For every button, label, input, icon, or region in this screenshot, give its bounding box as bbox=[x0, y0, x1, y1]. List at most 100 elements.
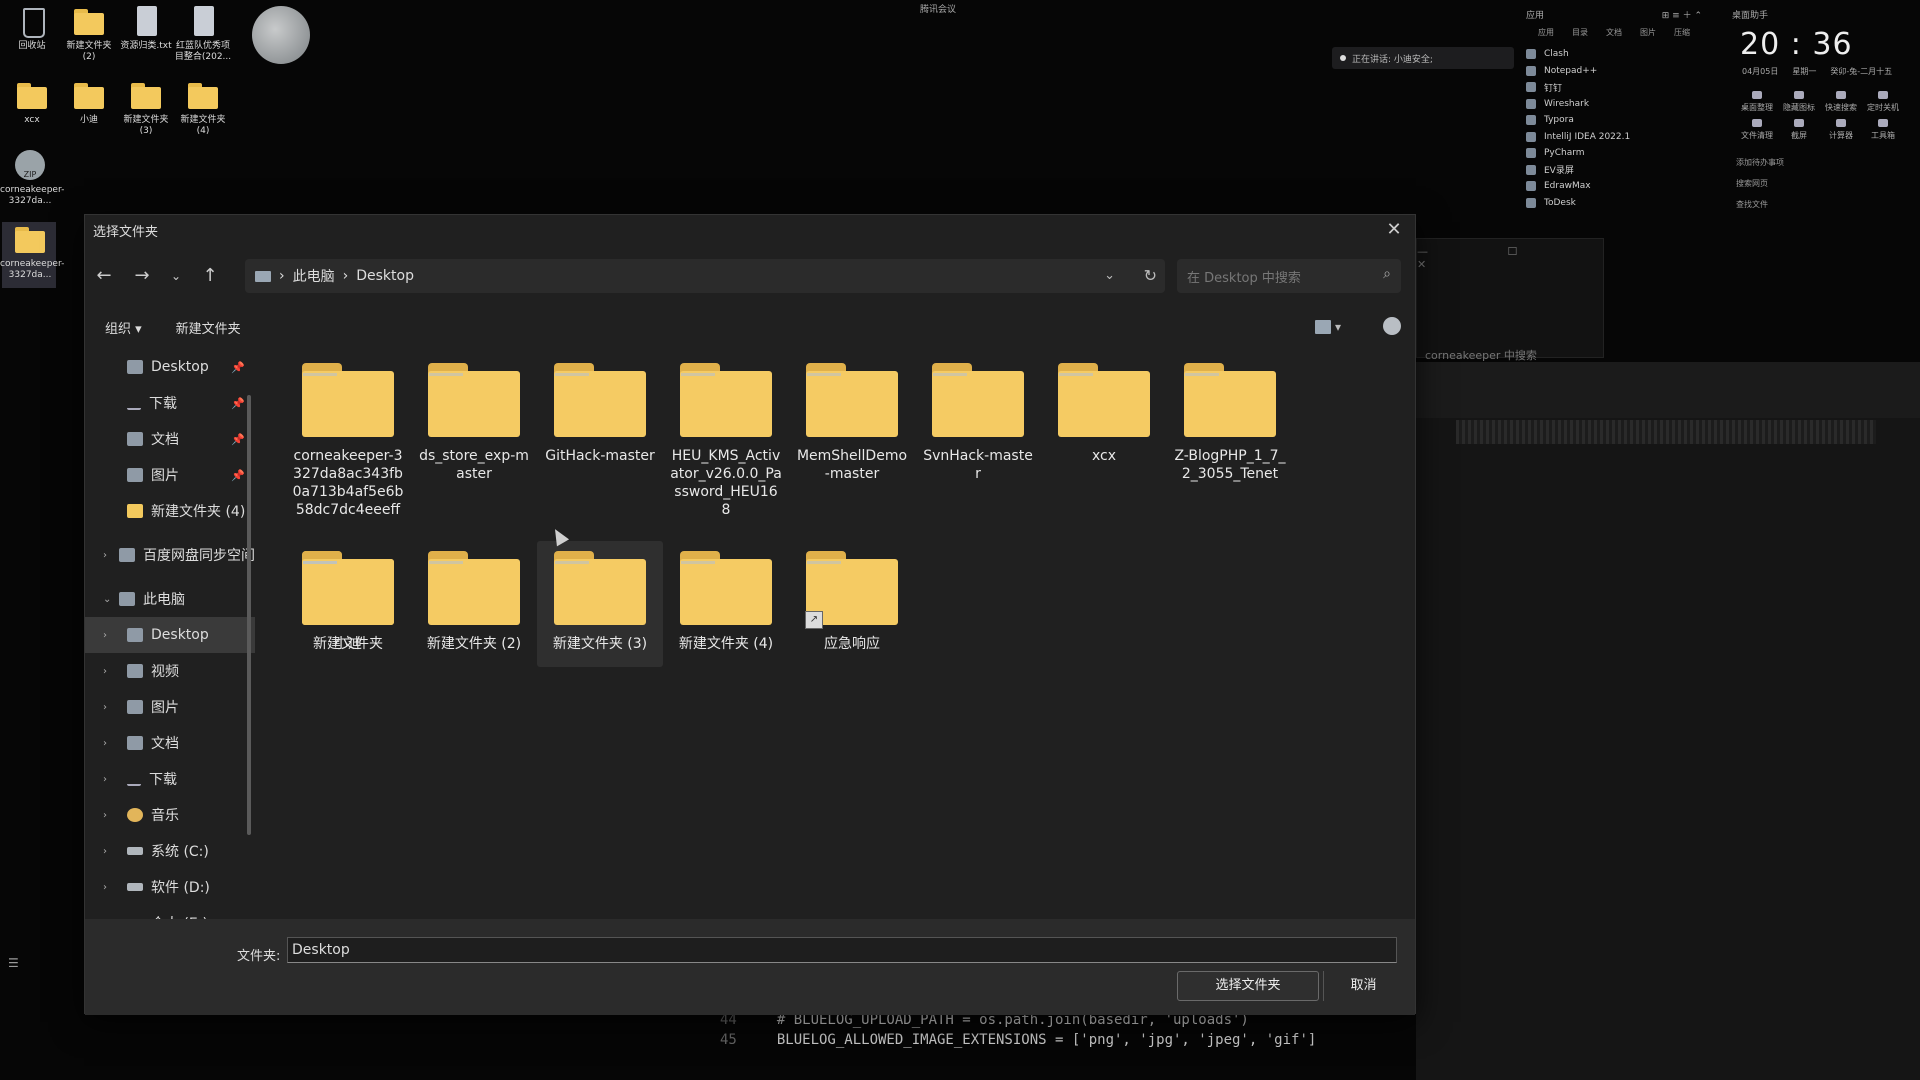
chevron-right-icon[interactable]: › bbox=[103, 550, 107, 561]
launcher-item[interactable]: Typora bbox=[1526, 112, 1702, 129]
launcher-tab[interactable]: 目录 bbox=[1572, 27, 1588, 38]
nav-item-documents[interactable]: › 文档 bbox=[85, 725, 255, 761]
launcher-item[interactable]: PyCharm bbox=[1526, 145, 1702, 162]
launcher-item[interactable]: EdrawMax bbox=[1526, 178, 1702, 195]
folder-name-input[interactable] bbox=[287, 937, 1397, 963]
address-bar[interactable]: › 此电脑 › Desktop ⌄ ↻ bbox=[245, 259, 1165, 293]
close-icon[interactable]: ✕ bbox=[1379, 217, 1409, 243]
chevron-right-icon[interactable]: › bbox=[103, 846, 107, 857]
forward-arrow-icon[interactable]: → bbox=[123, 259, 161, 293]
nav-item-videos[interactable]: › 视频 bbox=[85, 653, 255, 689]
nav-item-download[interactable]: › 下载 bbox=[85, 761, 255, 797]
folder-item[interactable]: HEU_KMS_Activator_v26.0.0_Password_HEU16… bbox=[663, 353, 789, 541]
nav-item-desktop[interactable]: › Desktop bbox=[85, 617, 255, 653]
desktop-icon[interactable]: 红蓝队优秀项目整合(202... bbox=[173, 6, 233, 63]
folder-item[interactable]: corneakeeper-3327da8ac343fb0a713b4af5e6b… bbox=[285, 353, 411, 541]
nav-item-drive[interactable]: › 系统 (C:) bbox=[85, 833, 255, 869]
clock-link[interactable]: 添加待办事项 bbox=[1736, 157, 1910, 168]
nav-item-download[interactable]: 下载 📌 bbox=[85, 385, 255, 421]
folder-item[interactable]: MemShellDemo-master bbox=[789, 353, 915, 541]
select-folder-button[interactable]: 选择文件夹 bbox=[1177, 971, 1319, 1001]
breadcrumb-desktop[interactable]: Desktop bbox=[356, 268, 414, 284]
launcher-tab[interactable]: 压缩 bbox=[1674, 27, 1690, 38]
folder-item[interactable]: 新建文件夹 (3) bbox=[537, 541, 663, 667]
folder-item[interactable]: 新建文件夹 (2) bbox=[411, 541, 537, 667]
cancel-button[interactable]: 取消 bbox=[1323, 971, 1403, 1001]
navigation-scrollbar[interactable] bbox=[247, 395, 251, 835]
launcher-item[interactable]: ToDesk bbox=[1526, 195, 1702, 212]
desktop-icon[interactable]: corneakeeper-3327da... bbox=[0, 224, 64, 281]
launcher-item[interactable]: Clash bbox=[1526, 46, 1702, 63]
nav-item-folder[interactable]: 新建文件夹 (4) bbox=[85, 493, 255, 529]
nav-item-this-pc[interactable]: ⌄ 此电脑 bbox=[85, 581, 255, 617]
chevron-right-icon[interactable]: › bbox=[103, 702, 107, 713]
nav-item-desktop[interactable]: Desktop 📌 bbox=[85, 349, 255, 385]
launcher-item[interactable]: 钉钉 bbox=[1526, 79, 1702, 96]
launcher-item[interactable]: Wireshark bbox=[1526, 96, 1702, 113]
folder-item[interactable]: 新建文件夹 bbox=[285, 541, 411, 667]
launcher-item[interactable]: Notepad++ bbox=[1526, 63, 1702, 80]
clock-tool-button[interactable]: 快速搜索 bbox=[1820, 91, 1862, 113]
pin-icon[interactable]: 📌 bbox=[231, 397, 245, 410]
recent-locations-chevron-icon[interactable]: ⌄ bbox=[161, 259, 191, 293]
nav-item-music[interactable]: › 音乐 bbox=[85, 797, 255, 833]
address-dropdown-icon[interactable]: ⌄ bbox=[1104, 259, 1115, 293]
menu-icon[interactable]: ☰ bbox=[8, 956, 19, 970]
desktop-icon[interactable]: xcx bbox=[2, 80, 62, 126]
desktop-icon[interactable]: corneakeeper-3327da... bbox=[0, 150, 64, 207]
folder-item[interactable]: ↗ 应急响应 bbox=[789, 541, 915, 667]
desktop-icon[interactable]: 回收站 bbox=[2, 6, 62, 52]
pin-icon[interactable]: 📌 bbox=[231, 469, 245, 482]
clock-tool-button[interactable]: 定时关机 bbox=[1862, 91, 1904, 113]
folder-item[interactable]: Z-BlogPHP_1_7_2_3055_Tenet bbox=[1167, 353, 1293, 541]
clock-tool-button[interactable]: 计算器 bbox=[1820, 119, 1862, 141]
pin-icon[interactable]: 📌 bbox=[231, 433, 245, 446]
chevron-right-icon[interactable]: › bbox=[103, 810, 107, 821]
chevron-right-icon[interactable]: › bbox=[103, 666, 107, 677]
back-arrow-icon[interactable]: ← bbox=[85, 259, 123, 293]
desktop-icon[interactable]: 新建文件夹 (3) bbox=[116, 80, 176, 137]
clock-tool-button[interactable]: 文件清理 bbox=[1736, 119, 1778, 141]
search-icon[interactable]: ⌕ bbox=[1383, 266, 1391, 282]
breadcrumb-this-pc[interactable]: 此电脑 bbox=[293, 266, 335, 286]
launcher-tab[interactable]: 应用 bbox=[1538, 27, 1554, 38]
clock-tool-button[interactable]: 桌面整理 bbox=[1736, 91, 1778, 113]
folder-item[interactable]: SvnHack-master bbox=[915, 353, 1041, 541]
desktop-icon[interactable]: 新建文件夹 (2) bbox=[59, 6, 119, 63]
launcher-tab[interactable]: 图片 bbox=[1640, 27, 1656, 38]
folder-item[interactable]: GitHack-master bbox=[537, 353, 663, 541]
refresh-icon[interactable]: ↻ bbox=[1144, 259, 1157, 293]
new-folder-button[interactable]: 新建文件夹 bbox=[176, 318, 241, 337]
up-arrow-icon[interactable]: ↑ bbox=[191, 259, 229, 293]
help-icon[interactable] bbox=[1383, 317, 1401, 335]
nav-item-drive[interactable]: › 软件 (D:) bbox=[85, 869, 255, 905]
folder-item[interactable]: ds_store_exp-master bbox=[411, 353, 537, 541]
pin-icon[interactable]: 📌 bbox=[231, 361, 245, 374]
launcher-controls-icon[interactable]: ⊞ ≡ ＋ ⌃ bbox=[1662, 8, 1702, 21]
desktop-icon[interactable]: 资源归类.txt bbox=[116, 6, 176, 52]
clock-tool-button[interactable]: 隐藏图标 bbox=[1778, 91, 1820, 113]
clock-link[interactable]: 搜索网页 bbox=[1736, 178, 1910, 189]
nav-item-baidu-netdisk[interactable]: › 百度网盘同步空间 bbox=[85, 537, 255, 573]
chevron-right-icon[interactable]: › bbox=[103, 774, 107, 785]
launcher-tab[interactable]: 文档 bbox=[1606, 27, 1622, 38]
desktop-icon[interactable]: 新建文件夹 (4) bbox=[173, 80, 233, 137]
clock-link[interactable]: 查找文件 bbox=[1736, 199, 1910, 210]
launcher-item[interactable]: EV录屏 bbox=[1526, 162, 1702, 179]
search-input[interactable]: 在 Desktop 中搜索 ⌕ bbox=[1177, 259, 1401, 293]
clock-tool-button[interactable]: 工具箱 bbox=[1862, 119, 1904, 141]
folder-item[interactable]: xcx bbox=[1041, 353, 1167, 541]
nav-item-pictures[interactable]: 图片 📌 bbox=[85, 457, 255, 493]
folder-item[interactable]: 新建文件夹 (4) bbox=[663, 541, 789, 667]
chevron-right-icon[interactable]: › bbox=[103, 630, 107, 641]
chevron-down-icon[interactable]: ⌄ bbox=[103, 594, 111, 605]
chevron-right-icon[interactable]: › bbox=[103, 882, 107, 893]
nav-item-pictures[interactable]: › 图片 bbox=[85, 689, 255, 725]
floating-ball-icon[interactable] bbox=[252, 6, 310, 64]
nav-item-documents[interactable]: 文档 📌 bbox=[85, 421, 255, 457]
launcher-item[interactable]: IntelliJ IDEA 2022.1 bbox=[1526, 129, 1702, 146]
clock-tool-button[interactable]: 截屏 bbox=[1778, 119, 1820, 141]
view-options-button[interactable]: ▾ bbox=[1315, 315, 1351, 339]
desktop-icon[interactable]: 小迪 bbox=[59, 80, 119, 126]
organize-button[interactable]: 组织 ▾ bbox=[105, 318, 142, 337]
